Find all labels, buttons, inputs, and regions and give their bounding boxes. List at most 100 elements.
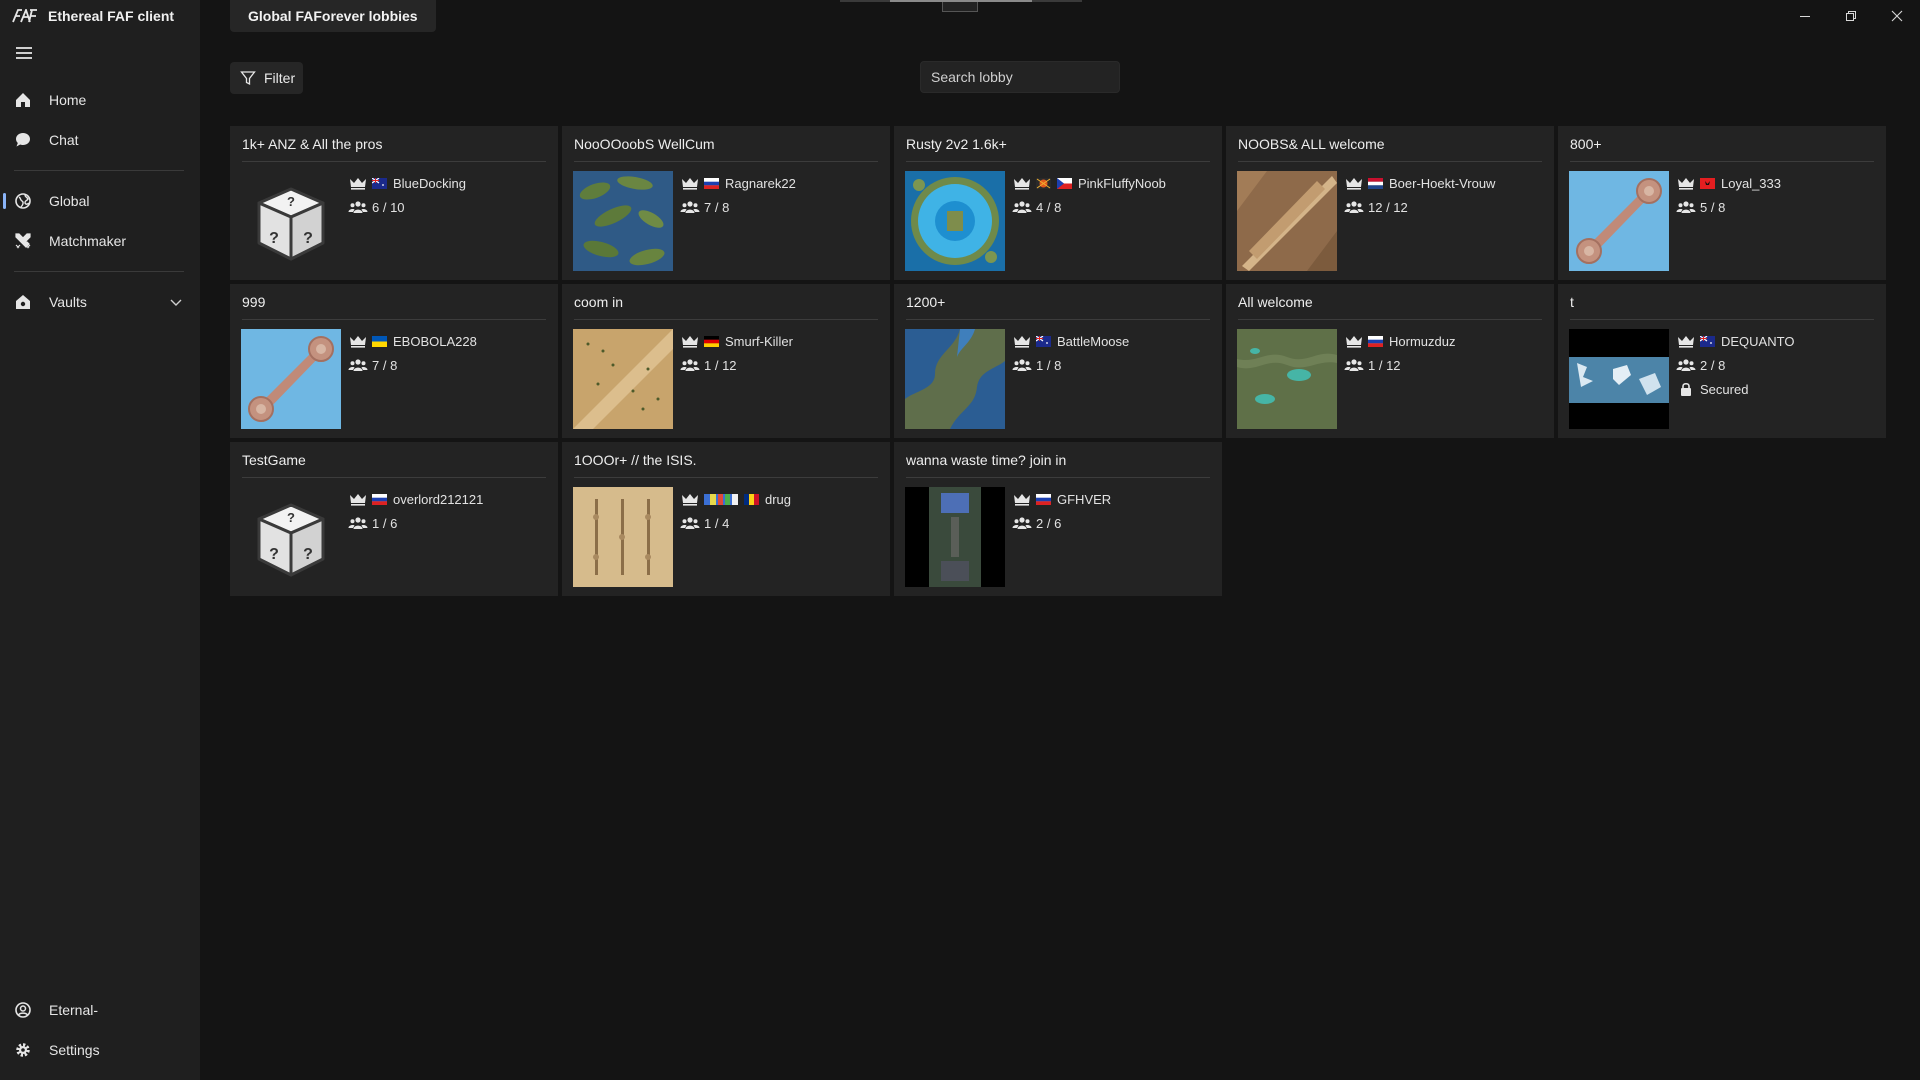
lobby-card[interactable]: NooOOoobS WellCum Ragnarek22 7 / 8 bbox=[562, 126, 890, 280]
host-name: Ragnarek22 bbox=[725, 175, 796, 191]
lobby-card[interactable]: 1k+ ANZ & All the pros ? ? ? BlueDocking… bbox=[230, 126, 558, 280]
map-preview bbox=[1569, 329, 1669, 429]
map-thumbnail bbox=[573, 171, 673, 271]
map-preview bbox=[1237, 171, 1337, 271]
map-thumbnail bbox=[573, 487, 673, 587]
map-preview bbox=[241, 329, 341, 429]
player-count: 1 / 6 bbox=[372, 515, 398, 531]
lobby-card[interactable]: 1200+ BattleMoose 1 / 8 bbox=[894, 284, 1222, 438]
home-icon bbox=[16, 93, 30, 107]
menu-toggle-icon[interactable] bbox=[16, 44, 36, 60]
map-preview bbox=[905, 171, 1005, 271]
sidebar-item-label: Settings bbox=[49, 1042, 100, 1058]
crown-icon bbox=[350, 178, 366, 190]
host-name: GFHVER bbox=[1057, 491, 1112, 507]
unknown-map-dice-icon: ? ? ? bbox=[241, 487, 341, 587]
lobby-card[interactable]: 999 EBOBOLA228 7 / 8 bbox=[230, 284, 558, 438]
player-count: 5 / 8 bbox=[1700, 199, 1726, 215]
host-name: BlueDocking bbox=[393, 175, 466, 191]
user-circle-icon bbox=[15, 1002, 31, 1018]
host-name: Hormuzduz bbox=[1389, 333, 1456, 349]
lobby-title: NOOBS& ALL welcome bbox=[1238, 136, 1385, 152]
sidebar-item-label: Matchmaker bbox=[49, 233, 127, 249]
crown-icon bbox=[682, 494, 698, 506]
host-row: GFHVER bbox=[1012, 490, 1111, 508]
lobby-card[interactable]: coom in Smurf-Killer 1 / 12 bbox=[562, 284, 890, 438]
flag-ua-icon bbox=[372, 335, 387, 347]
player-count-row: 2 / 6 bbox=[1012, 514, 1061, 532]
lobby-card[interactable]: All welcome Hormuzduz 1 / 12 bbox=[1226, 284, 1554, 438]
svg-text:?: ? bbox=[287, 194, 295, 209]
minimize-button[interactable] bbox=[1782, 0, 1828, 32]
crown-icon bbox=[682, 178, 698, 190]
players-icon bbox=[348, 517, 368, 529]
crown-icon bbox=[350, 336, 366, 348]
host-row: drug bbox=[680, 490, 791, 508]
map-preview bbox=[1569, 171, 1669, 271]
sidebar-item-label: Global bbox=[49, 193, 90, 209]
drag-handle[interactable] bbox=[942, 2, 978, 12]
map-thumbnail bbox=[905, 171, 1005, 271]
host-name: overlord212121 bbox=[393, 491, 484, 507]
app-title: Ethereal FAF client bbox=[48, 8, 175, 24]
close-button[interactable] bbox=[1874, 0, 1920, 32]
svg-text:?: ? bbox=[269, 230, 279, 247]
sidebar-item-global[interactable]: Global bbox=[0, 181, 200, 221]
players-icon bbox=[348, 359, 368, 371]
sidebar-item-chat[interactable]: Chat bbox=[0, 120, 200, 160]
players-icon bbox=[1012, 201, 1032, 213]
sidebar-divider bbox=[14, 271, 184, 272]
player-count-row: 2 / 8 bbox=[1676, 356, 1725, 374]
player-count-row: 7 / 8 bbox=[680, 198, 729, 216]
host-row: EBOBOLA228 bbox=[348, 332, 477, 350]
map-thumbnail bbox=[1569, 171, 1669, 271]
flag-custom-icon bbox=[1036, 177, 1051, 189]
player-count: 1 / 8 bbox=[1036, 357, 1062, 373]
lobby-title: t bbox=[1570, 294, 1574, 310]
filter-button[interactable]: Filter bbox=[230, 62, 303, 94]
player-count: 6 / 10 bbox=[372, 199, 405, 215]
lobby-divider bbox=[574, 319, 878, 320]
sidebar-item-matchmaker[interactable]: Matchmaker bbox=[0, 221, 200, 261]
players-icon bbox=[1344, 359, 1364, 371]
chevron-down-icon[interactable] bbox=[170, 296, 182, 308]
crown-icon bbox=[1346, 336, 1362, 348]
player-count-row: 12 / 12 bbox=[1344, 198, 1408, 216]
flag-ru-icon bbox=[372, 493, 387, 505]
svg-text:?: ? bbox=[287, 510, 295, 525]
lobby-card[interactable]: Rusty 2v2 1.6k+ PinkFluffyNoob 4 / 8 bbox=[894, 126, 1222, 280]
host-row: PinkFluffyNoob bbox=[1012, 174, 1166, 192]
crown-icon bbox=[1014, 336, 1030, 348]
players-icon bbox=[680, 359, 700, 371]
lobby-divider bbox=[242, 161, 546, 162]
map-thumbnail bbox=[573, 329, 673, 429]
flag-ru-icon bbox=[1036, 493, 1051, 505]
close-icon bbox=[1891, 10, 1903, 22]
search-input[interactable] bbox=[920, 61, 1120, 93]
flag-au-icon bbox=[1700, 335, 1715, 347]
host-name: Boer-Hoekt-Vrouw bbox=[1389, 175, 1496, 191]
lobby-card[interactable]: 1OOOr+ // the ISIS. drug 1 / 4 bbox=[562, 442, 890, 596]
sidebar-item-home[interactable]: Home bbox=[0, 80, 200, 120]
lobby-card[interactable]: TestGame ? ? ? overlord212121 1 / 6 bbox=[230, 442, 558, 596]
sidebar: Ethereal FAF client Home Chat Global Mat… bbox=[0, 0, 200, 1080]
crown-icon bbox=[1014, 178, 1030, 190]
lobby-card[interactable]: 800+ Loyal_333 5 / 8 bbox=[1558, 126, 1886, 280]
player-count: 12 / 12 bbox=[1368, 199, 1408, 215]
players-icon bbox=[348, 201, 368, 213]
players-icon bbox=[1676, 359, 1696, 371]
lobby-card[interactable]: t DEQUANTO 2 / 8 Secured bbox=[1558, 284, 1886, 438]
player-count: 1 / 12 bbox=[1368, 357, 1401, 373]
crown-icon bbox=[1678, 178, 1694, 190]
lobby-card[interactable]: wanna waste time? join in GFHVER 2 / 6 bbox=[894, 442, 1222, 596]
lobby-title: wanna waste time? join in bbox=[906, 452, 1067, 468]
player-count: 2 / 6 bbox=[1036, 515, 1062, 531]
sidebar-item-user[interactable]: Eternal- bbox=[0, 990, 200, 1030]
restore-button[interactable] bbox=[1828, 0, 1874, 32]
lobby-title: 800+ bbox=[1570, 136, 1602, 152]
host-row: Loyal_333 bbox=[1676, 174, 1781, 192]
lobby-card[interactable]: NOOBS& ALL welcome Boer-Hoekt-Vrouw 12 /… bbox=[1226, 126, 1554, 280]
sidebar-item-settings[interactable]: Settings bbox=[0, 1030, 200, 1070]
lobby-divider bbox=[574, 161, 878, 162]
sidebar-item-vaults[interactable]: Vaults bbox=[0, 282, 200, 322]
